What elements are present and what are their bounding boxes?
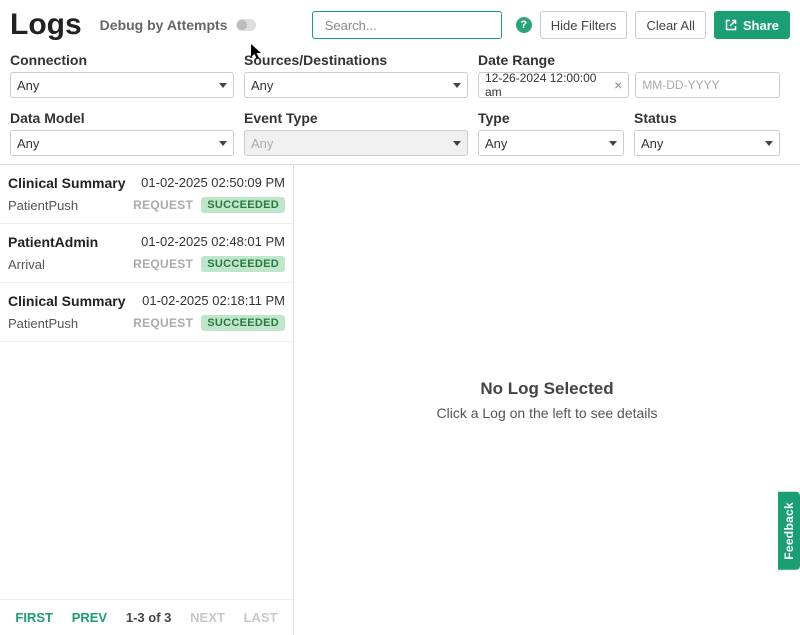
log-list: Clinical Summary 01-02-2025 02:50:09 PM …	[0, 165, 294, 635]
log-title: Clinical Summary	[8, 175, 126, 191]
hide-filters-button[interactable]: Hide Filters	[540, 11, 628, 39]
type-value: Any	[485, 136, 507, 151]
log-timestamp: 01-02-2025 02:18:11 PM	[142, 293, 285, 309]
sources-label: Sources/Destinations	[244, 52, 468, 68]
connection-label: Connection	[10, 52, 234, 68]
chevron-down-icon	[219, 141, 227, 146]
chevron-down-icon	[453, 83, 461, 88]
log-kind: REQUEST	[133, 257, 193, 271]
empty-state-title: No Log Selected	[480, 379, 613, 399]
connection-dropdown[interactable]: Any	[10, 72, 234, 98]
chevron-down-icon	[609, 141, 617, 146]
share-button-label: Share	[743, 18, 779, 33]
log-title: Clinical Summary	[8, 293, 126, 309]
share-icon	[725, 19, 737, 31]
log-item[interactable]: PatientAdmin 01-02-2025 02:48:01 PM Arri…	[0, 224, 293, 283]
sources-value: Any	[251, 78, 273, 93]
log-subtitle: Arrival	[8, 257, 45, 272]
clear-date-icon[interactable]: ×	[614, 77, 622, 93]
date-start-value: 12-26-2024 12:00:00 am	[485, 71, 610, 99]
date-range-label: Date Range	[478, 52, 780, 68]
log-timestamp: 01-02-2025 02:48:01 PM	[141, 234, 285, 250]
status-value: Any	[641, 136, 663, 151]
clear-all-button[interactable]: Clear All	[635, 11, 705, 39]
search-box[interactable]	[312, 11, 502, 39]
detail-pane: No Log Selected Click a Log on the left …	[294, 165, 800, 635]
event-type-label: Event Type	[244, 110, 468, 126]
share-button[interactable]: Share	[714, 11, 790, 39]
date-end-input[interactable]	[642, 78, 773, 92]
status-dropdown[interactable]: Any	[634, 130, 780, 156]
log-title: PatientAdmin	[8, 234, 98, 250]
date-start-field[interactable]: 12-26-2024 12:00:00 am ×	[478, 72, 629, 98]
chevron-down-icon	[765, 141, 773, 146]
event-type-dropdown: Any	[244, 130, 468, 156]
date-end-field[interactable]	[635, 72, 780, 98]
data-model-dropdown[interactable]: Any	[10, 130, 234, 156]
debug-toggle[interactable]	[236, 19, 256, 31]
status-badge: SUCCEEDED	[201, 256, 285, 272]
next-button[interactable]: NEXT	[190, 610, 225, 625]
page-title: Logs	[10, 8, 82, 42]
type-label: Type	[478, 110, 624, 126]
chevron-down-icon	[219, 83, 227, 88]
log-timestamp: 01-02-2025 02:50:09 PM	[141, 175, 285, 191]
type-dropdown[interactable]: Any	[478, 130, 624, 156]
log-item[interactable]: Clinical Summary 01-02-2025 02:18:11 PM …	[0, 283, 293, 342]
search-input[interactable]	[325, 18, 501, 33]
event-type-value: Any	[251, 136, 273, 151]
sources-dropdown[interactable]: Any	[244, 72, 468, 98]
data-model-label: Data Model	[10, 110, 234, 126]
page-info: 1-3 of 3	[126, 610, 172, 625]
pagination: FIRST PREV 1-3 of 3 NEXT LAST	[0, 599, 293, 635]
toggle-knob	[237, 20, 247, 30]
log-subtitle: PatientPush	[8, 316, 78, 331]
data-model-value: Any	[17, 136, 39, 151]
connection-value: Any	[17, 78, 39, 93]
chevron-down-icon	[453, 141, 461, 146]
help-icon[interactable]: ?	[516, 17, 532, 33]
last-button[interactable]: LAST	[244, 610, 278, 625]
prev-button[interactable]: PREV	[72, 610, 107, 625]
first-button[interactable]: FIRST	[15, 610, 53, 625]
status-label: Status	[634, 110, 780, 126]
log-kind: REQUEST	[133, 198, 193, 212]
status-badge: SUCCEEDED	[201, 315, 285, 331]
feedback-tab[interactable]: Feedback	[778, 492, 800, 570]
empty-state-sub: Click a Log on the left to see details	[436, 405, 657, 421]
log-kind: REQUEST	[133, 316, 193, 330]
debug-by-attempts-label: Debug by Attempts	[100, 17, 228, 33]
log-subtitle: PatientPush	[8, 198, 78, 213]
log-item[interactable]: Clinical Summary 01-02-2025 02:50:09 PM …	[0, 165, 293, 224]
status-badge: SUCCEEDED	[201, 197, 285, 213]
